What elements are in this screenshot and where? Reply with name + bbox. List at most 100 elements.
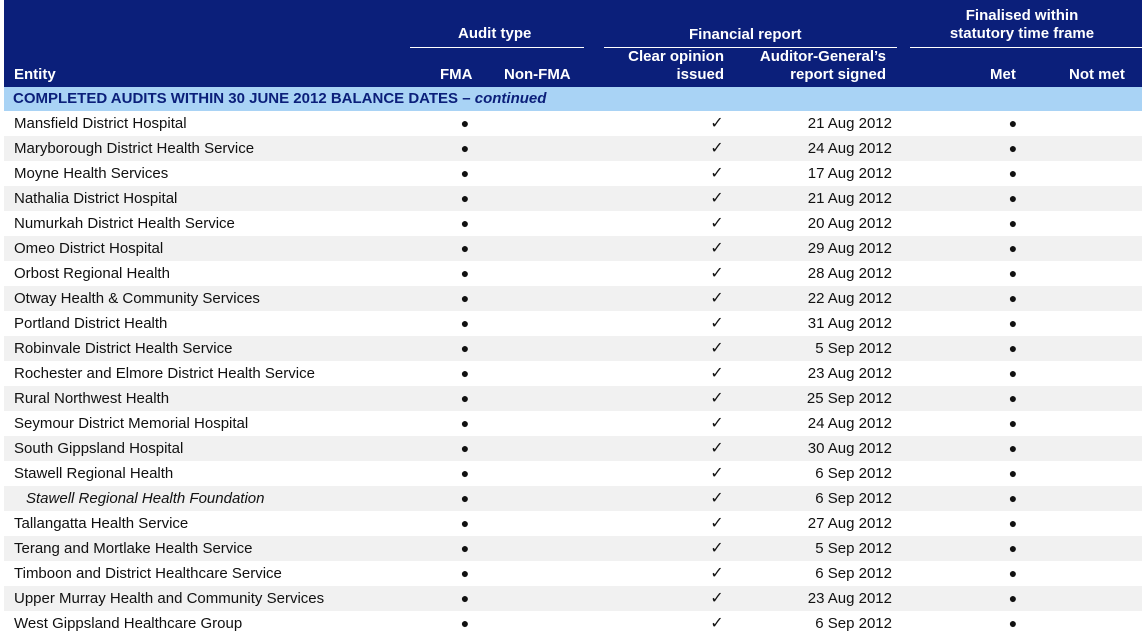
- met-bullet: ●: [1008, 465, 1018, 481]
- entity-cell: Tallangatta Health Service: [14, 515, 189, 532]
- table-row: Otway Health & Community Services ● ✓ 22 Au…: [4, 286, 1142, 311]
- header-not-met: Not met: [1069, 66, 1125, 83]
- header-non-fma: Non-FMA: [504, 66, 571, 83]
- entity-cell: Portland District Health: [14, 315, 168, 332]
- report-signed-date: 5 Sep 2012: [815, 540, 892, 557]
- section-heading-suffix: continued: [474, 90, 547, 107]
- met-bullet: ●: [1008, 165, 1018, 181]
- header-rule-finalised: [910, 47, 1142, 48]
- clear-opinion-tick: ✓: [710, 115, 724, 132]
- entity-cell: Timboon and District Healthcare Service: [14, 565, 282, 582]
- met-bullet: ●: [1008, 240, 1018, 256]
- header-fma: FMA: [440, 66, 473, 83]
- report-signed-date: 17 Aug 2012: [807, 165, 892, 182]
- table-row: Rural Northwest Health ● ✓ 25 Sep 2012 ●: [4, 386, 1142, 411]
- report-signed-date: 24 Aug 2012: [807, 140, 892, 157]
- fma-bullet: ●: [460, 365, 470, 381]
- entity-cell: Moyne Health Services: [14, 165, 169, 182]
- entity-cell: Upper Murray Health and Community Servic…: [14, 590, 325, 607]
- met-bullet: ●: [1008, 190, 1018, 206]
- clear-opinion-tick: ✓: [710, 390, 724, 407]
- report-signed-date: 29 Aug 2012: [807, 240, 892, 257]
- table-row: Robinvale District Health Service ● ✓ 5 Sep…: [4, 336, 1142, 361]
- entity-cell: Stawell Regional Health Foundation: [26, 490, 265, 507]
- report-signed-date: 23 Aug 2012: [807, 365, 892, 382]
- clear-opinion-tick: ✓: [710, 265, 724, 282]
- entity-cell: Rural Northwest Health: [14, 390, 170, 407]
- report-signed-date: 21 Aug 2012: [807, 190, 892, 207]
- entity-cell: Maryborough District Health Service: [14, 140, 255, 157]
- clear-opinion-tick: ✓: [710, 565, 724, 582]
- table-header: Audit type Financial report Finalised wi…: [4, 0, 1142, 87]
- table-row: Moyne Health Services ● ✓ 17 Aug 2012 ●: [4, 161, 1142, 186]
- met-bullet: ●: [1008, 390, 1018, 406]
- audit-table: Audit type Financial report Finalised wi…: [4, 0, 1142, 636]
- header-audit-type: Audit type: [458, 25, 532, 42]
- entity-cell: South Gippsland Hospital: [14, 440, 184, 457]
- table-row: Seymour District Memorial Hospital ● ✓ 24 A…: [4, 411, 1142, 436]
- header-met: Met: [990, 66, 1016, 83]
- clear-opinion-tick: ✓: [710, 415, 724, 432]
- met-bullet: ●: [1008, 440, 1018, 456]
- report-signed-date: 6 Sep 2012: [815, 615, 892, 632]
- met-bullet: ●: [1008, 340, 1018, 356]
- clear-opinion-tick: ✓: [710, 540, 724, 557]
- met-bullet: ●: [1008, 115, 1018, 131]
- fma-bullet: ●: [460, 515, 470, 531]
- header-clear-opinion-line1: Clear opinion: [628, 48, 724, 65]
- fma-bullet: ●: [460, 265, 470, 281]
- met-bullet: ●: [1008, 365, 1018, 381]
- report-signed-date: 20 Aug 2012: [807, 215, 892, 232]
- fma-bullet: ●: [460, 540, 470, 556]
- clear-opinion-tick: ✓: [710, 490, 724, 507]
- table-row: Omeo District Hospital ● ✓ 29 Aug 2012 ●: [4, 236, 1142, 261]
- fma-bullet: ●: [460, 115, 470, 131]
- met-bullet: ●: [1008, 490, 1018, 506]
- fma-bullet: ●: [460, 240, 470, 256]
- met-bullet: ●: [1008, 215, 1018, 231]
- header-ag-signed-line2: report signed: [790, 66, 886, 83]
- fma-bullet: ●: [460, 165, 470, 181]
- clear-opinion-tick: ✓: [710, 140, 724, 157]
- header-finalised-line2: statutory time frame: [949, 25, 1095, 42]
- entity-cell: Stawell Regional Health: [14, 465, 174, 482]
- report-signed-date: 22 Aug 2012: [807, 290, 892, 307]
- table-row: Upper Murray Health and Community Servic…: [4, 586, 1142, 611]
- clear-opinion-tick: ✓: [710, 615, 724, 632]
- entity-cell: Rochester and Elmore District Health Ser…: [14, 365, 315, 382]
- table-row: Mansfield District Hospital ● ✓ 21 Aug 2012…: [4, 111, 1142, 136]
- table-row: Terang and Mortlake Health Service ● ✓ 5 Se…: [4, 536, 1142, 561]
- report-signed-date: 28 Aug 2012: [807, 265, 892, 282]
- entity-cell: Numurkah District Health Service: [14, 215, 235, 232]
- fma-bullet: ●: [460, 140, 470, 156]
- fma-bullet: ●: [460, 190, 470, 206]
- fma-bullet: ●: [460, 440, 470, 456]
- met-bullet: ●: [1008, 415, 1018, 431]
- fma-bullet: ●: [460, 340, 470, 356]
- table-row: Rochester and Elmore District Health Ser…: [4, 361, 1142, 386]
- header-ag-signed: Auditor-General’s report signed: [760, 48, 886, 84]
- table-row: Stawell Regional Health Foundation ● ✓ 6 Se…: [4, 486, 1142, 511]
- entity-cell: Robinvale District Health Service: [14, 340, 233, 357]
- fma-bullet: ●: [460, 490, 470, 506]
- header-finalised-line1: Finalised within: [965, 7, 1079, 24]
- table-row: Timboon and District Healthcare Service ●…: [4, 561, 1142, 586]
- met-bullet: ●: [1008, 615, 1018, 631]
- clear-opinion-tick: ✓: [710, 315, 724, 332]
- entity-cell: Orbost Regional Health: [14, 265, 170, 282]
- header-entity: Entity: [14, 66, 56, 83]
- report-signed-date: 5 Sep 2012: [815, 340, 892, 357]
- met-bullet: ●: [1008, 265, 1018, 281]
- report-signed-date: 31 Aug 2012: [807, 315, 892, 332]
- header-financial-report: Financial report: [689, 26, 802, 43]
- clear-opinion-tick: ✓: [710, 340, 724, 357]
- table-row: Portland District Health ● ✓ 31 Aug 2012 ●: [4, 311, 1142, 336]
- section-heading: COMPLETED AUDITS WITHIN 30 JUNE 2012 BAL…: [4, 87, 1142, 111]
- fma-bullet: ●: [460, 465, 470, 481]
- entity-cell: Nathalia District Hospital: [14, 190, 178, 207]
- clear-opinion-tick: ✓: [710, 165, 724, 182]
- table-body: Mansfield District Hospital ● ✓ 21 Aug 2012…: [4, 111, 1142, 636]
- fma-bullet: ●: [460, 290, 470, 306]
- fma-bullet: ●: [460, 590, 470, 606]
- table-row: Numurkah District Health Service ● ✓ 20 Aug…: [4, 211, 1142, 236]
